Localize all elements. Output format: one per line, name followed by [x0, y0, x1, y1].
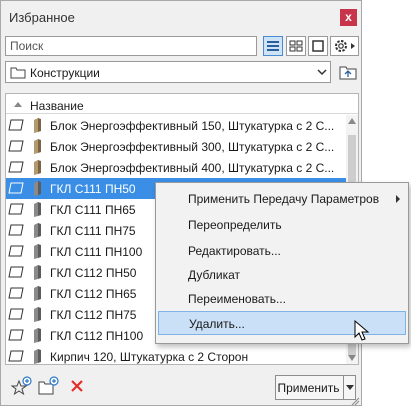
- wall-beige-icon: [34, 139, 41, 154]
- favorite-item-icon: [8, 203, 24, 215]
- list-item-label: ГКЛ С111 ПН50: [50, 182, 136, 196]
- chevron-down-icon: [317, 69, 327, 76]
- context-menu: Применить Передачу Параметров Переопредел…: [155, 182, 409, 344]
- menu-item-label: Редактировать...: [188, 244, 281, 258]
- single-view-icon: [312, 40, 324, 52]
- apply-dropdown-arrow[interactable]: [343, 376, 355, 399]
- list-item-label: ГКЛ С111 ПН65: [50, 203, 136, 217]
- menu-item[interactable]: Редактировать...: [158, 239, 406, 263]
- menu-item[interactable]: Применить Передачу Параметров: [158, 187, 406, 211]
- list-item-label: Блок Энергоэффективный 300, Штукатурка с…: [50, 140, 335, 154]
- list-item-label: Блок Энергоэффективный 150, Штукатурка с…: [50, 119, 335, 133]
- list-item-label: Кирпич 120, Штукатурка с 2 Сторон: [50, 350, 249, 364]
- list-item[interactable]: Блок Энергоэффективный 400, Штукатурка с…: [6, 157, 346, 178]
- favorite-item-icon: [8, 287, 24, 299]
- list-item[interactable]: Блок Энергоэффективный 300, Штукатурка с…: [6, 136, 346, 157]
- folder-dropdown-label: Конструкции: [30, 66, 100, 80]
- menu-item[interactable]: Переименовать...: [158, 287, 406, 311]
- favorite-item-icon: [8, 350, 24, 362]
- wall-gray-icon: [34, 244, 41, 259]
- wall-gray-icon: [34, 307, 41, 322]
- menu-item-label: Переименовать...: [188, 292, 286, 306]
- favorite-item-icon: [8, 161, 24, 173]
- grid-view-icon: [289, 40, 303, 52]
- wall-gray-icon: [34, 328, 41, 343]
- resize-grip-icon[interactable]: [351, 397, 360, 405]
- panel-footer: Применить: [1, 367, 361, 405]
- add-favorite-button[interactable]: [10, 375, 33, 397]
- wall-gray-icon: [34, 202, 41, 217]
- list-item[interactable]: Кирпич 120, Штукатурка с 2 Сторон: [6, 346, 346, 364]
- list-item[interactable]: Блок Энергоэффективный 150, Штукатурка с…: [6, 115, 346, 136]
- list-item-label: ГКЛ С111 ПН100: [50, 245, 143, 259]
- wall-gray-icon: [34, 349, 41, 364]
- list-item-label: ГКЛ С112 ПН65: [50, 287, 137, 301]
- panel-titlebar[interactable]: Избранное x: [1, 1, 361, 31]
- favorite-item-icon: [8, 182, 24, 194]
- menu-item-label: Удалить...: [189, 317, 245, 331]
- delete-icon: [71, 380, 83, 392]
- list-item-label: ГКЛ С112 ПН75: [50, 308, 137, 322]
- folder-icon: [10, 67, 26, 79]
- list-header[interactable]: Название: [6, 94, 358, 114]
- single-view-button[interactable]: [308, 36, 328, 56]
- new-folder-button[interactable]: [38, 375, 60, 397]
- new-folder-icon: [38, 376, 59, 395]
- list-item-label: Блок Энергоэффективный 400, Штукатурка с…: [50, 161, 335, 175]
- wall-gray-icon: [34, 181, 41, 196]
- close-icon: x: [345, 10, 352, 24]
- column-name-header: Название: [30, 99, 84, 113]
- favorite-item-icon: [8, 245, 24, 257]
- list-item-label: ГКЛ С112 ПН50: [50, 266, 137, 280]
- list-item-label: ГКЛ С112 ПН100: [50, 329, 144, 343]
- scroll-down-icon[interactable]: [348, 355, 356, 361]
- list-item-label: ГКЛ С111 ПН75: [50, 224, 136, 238]
- search-input[interactable]: [5, 36, 257, 56]
- close-button[interactable]: x: [340, 9, 357, 26]
- folder-up-button[interactable]: [337, 62, 359, 82]
- gear-icon: [335, 40, 355, 52]
- add-favorite-icon: [10, 376, 32, 396]
- grid-view-button[interactable]: [286, 36, 306, 56]
- favorite-item-icon: [8, 329, 24, 341]
- wall-beige-icon: [34, 160, 41, 175]
- delete-button[interactable]: [67, 375, 89, 397]
- wall-gray-icon: [34, 286, 41, 301]
- menu-item-label: Применить Передачу Параметров: [188, 192, 380, 206]
- submenu-arrow-icon: [396, 195, 400, 203]
- menu-item[interactable]: Переопределить: [158, 213, 406, 237]
- wall-gray-icon: [34, 265, 41, 280]
- mouse-cursor-icon: [354, 320, 370, 341]
- menu-item[interactable]: Дубликат: [158, 263, 406, 287]
- panel-title: Избранное: [9, 10, 75, 25]
- favorite-item-icon: [8, 119, 24, 131]
- sort-ascending-icon: [14, 102, 22, 107]
- folder-up-icon: [339, 66, 357, 80]
- favorite-item-icon: [8, 308, 24, 320]
- folder-dropdown[interactable]: Конструкции: [5, 61, 331, 83]
- wall-gray-icon: [34, 223, 41, 238]
- list-view-button[interactable]: [263, 36, 283, 56]
- favorite-item-icon: [8, 266, 24, 278]
- menu-item-label: Дубликат: [188, 268, 240, 282]
- settings-button[interactable]: [330, 36, 359, 56]
- wall-beige-icon: [34, 118, 41, 133]
- favorite-item-icon: [8, 224, 24, 236]
- menu-item-label: Переопределить: [188, 218, 282, 232]
- list-view-icon: [267, 41, 279, 51]
- favorite-item-icon: [8, 140, 24, 152]
- scroll-up-icon[interactable]: [348, 118, 356, 124]
